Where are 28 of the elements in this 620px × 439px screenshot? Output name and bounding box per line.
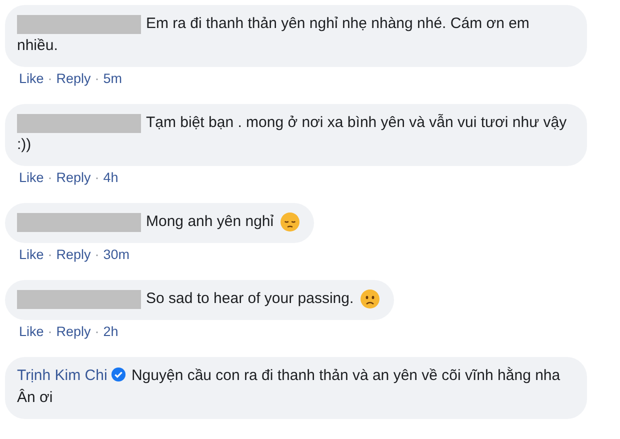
separator-dot: · (48, 247, 52, 262)
separator-dot: · (48, 71, 52, 86)
comment-text: Trịnh Kim Chi Nguyện cầu con ra đi thanh thản và an yên về cõi vĩnh hằng nha Ân ơi (17, 366, 562, 408)
separator-dot: · (48, 170, 52, 185)
separator-dot: · (94, 324, 100, 339)
comment-action-link[interactable]: Like (19, 71, 44, 86)
comment-action-link[interactable]: Like (19, 170, 44, 185)
comment-time[interactable]: 30m (103, 247, 130, 262)
separator-dot: · (94, 170, 100, 185)
comment-text: Mong anh yên nghỉ (145, 212, 274, 232)
comment-text: Em ra đi thanh thản yên nghỉ nhẹ nhàng nhé. Cám ơn em nhiều. (17, 14, 530, 56)
comment-action-link[interactable]: Reply (56, 170, 91, 185)
comment-action-link[interactable]: Like (19, 247, 44, 262)
frowning-face-icon (360, 289, 380, 309)
separator-dot: · (48, 324, 52, 339)
comment-action-link[interactable]: Reply (56, 247, 91, 262)
comment-text: Tạm biệt bạn . mong ở nơi xa bình yên và vẫn vui tươi như vậy :)) (17, 113, 568, 155)
separator-dot: · (94, 71, 100, 86)
author-name[interactable]: Trịnh Kim Chi (17, 367, 108, 384)
comment-time[interactable]: 2h (103, 324, 118, 339)
comment-time[interactable]: 5m (103, 71, 122, 86)
comment-action-link[interactable]: Like (19, 324, 44, 339)
comment-action-link[interactable]: Reply (56, 324, 91, 339)
separator-dot: · (94, 247, 100, 262)
pensive-face-icon (280, 212, 300, 232)
comment-time[interactable]: 4h (103, 170, 118, 185)
comment-action-link[interactable]: Reply (56, 71, 91, 86)
comment-text: So sad to hear of your passing. (145, 289, 354, 309)
